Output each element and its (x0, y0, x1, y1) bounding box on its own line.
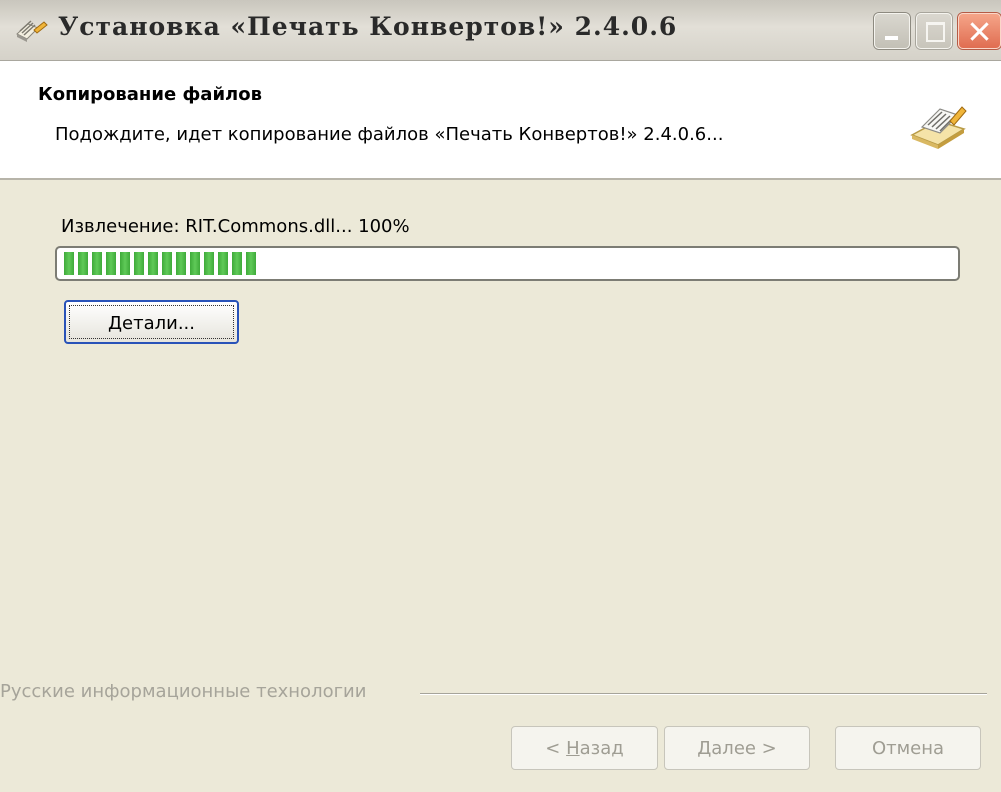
back-button[interactable]: < Назад (511, 726, 658, 770)
extraction-status: Извлечение: RIT.Commons.dll... 100% (61, 216, 410, 237)
page-title: Копирование файлов (38, 84, 262, 105)
maximize-icon[interactable] (916, 13, 952, 49)
installer-window: Установка «Печать Конвертов!» 2.4.0.6 Ко… (0, 0, 1001, 792)
company-branding: Русские информационные технологии (0, 681, 373, 702)
page-subtitle: Подождите, идет копирование файлов «Печа… (55, 124, 724, 145)
installer-app-icon (16, 20, 48, 42)
next-button[interactable]: Далее > (664, 726, 810, 770)
envelope-print-icon (910, 106, 967, 149)
close-icon[interactable] (958, 13, 1001, 49)
progress-fill (64, 252, 259, 275)
minimize-icon[interactable] (874, 13, 910, 49)
details-label: Детали... (107, 312, 196, 334)
cancel-button[interactable]: Отмена (835, 726, 981, 770)
window-title: Установка «Печать Конвертов!» 2.4.0.6 (58, 12, 678, 41)
wizard-header: Копирование файлов Подождите, идет копир… (0, 61, 1001, 180)
title-bar[interactable]: Установка «Печать Конвертов!» 2.4.0.6 (0, 0, 1001, 61)
footer-divider (420, 693, 987, 695)
details-button[interactable]: Детали... (64, 300, 239, 344)
progress-bar (55, 246, 960, 281)
